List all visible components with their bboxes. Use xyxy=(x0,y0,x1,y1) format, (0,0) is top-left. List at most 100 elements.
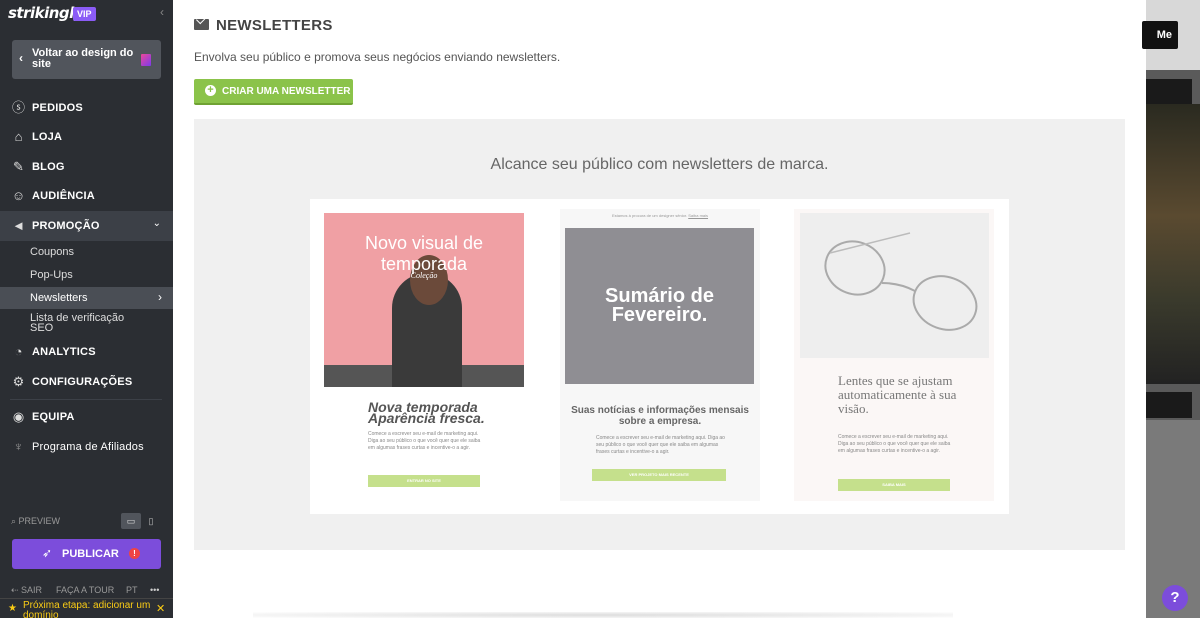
sub-coupons-label: Coupons xyxy=(30,246,75,258)
page-description: Envolva seu público e promova seus negóc… xyxy=(194,50,561,64)
template-card-season[interactable]: Novo visual de temporada Coleção Nova te… xyxy=(324,209,524,501)
card1-heading: Nova temporada Aparência fresca. xyxy=(368,399,485,426)
exit-link[interactable]: ⇠ SAIR xyxy=(11,585,42,596)
nav-affiliate[interactable]: ♆ Programa de Afiliados xyxy=(0,432,173,462)
close-icon[interactable]: ✕ xyxy=(156,602,165,615)
exit-label: SAIR xyxy=(21,585,43,595)
page-title: NEWSLETTERS xyxy=(216,17,333,34)
help-button[interactable]: ? xyxy=(1162,585,1188,611)
back-to-design-label: Voltar ao design do site xyxy=(32,47,134,70)
plus-circle-icon: + xyxy=(205,85,216,96)
card1-button: ENTRAR NO SITE xyxy=(368,475,480,487)
publish-button[interactable]: ➶ PUBLICAR ! xyxy=(12,539,161,569)
site-toolbar-1 xyxy=(1146,79,1192,104)
bottom-shadow xyxy=(253,612,953,618)
card3-button-label: SAIBA MAIS xyxy=(882,482,906,487)
envelope-icon xyxy=(194,19,209,30)
site-preview-background: Me ? xyxy=(1142,0,1200,618)
language-select[interactable]: PT xyxy=(126,585,138,595)
promo-heading: Alcance seu público com newsletters de m… xyxy=(490,156,829,173)
nav-blog[interactable]: ✎ BLOG xyxy=(0,152,173,182)
card2-image-title: Sumário de Fevereiro. xyxy=(605,285,714,326)
card3-heading: Lentes que se ajustam automaticamente à … xyxy=(838,373,957,416)
card2-button: VER PROJETO MAIS RECENTE xyxy=(592,469,726,481)
card2-top-text: Estamos à procura de um designer sênior. xyxy=(611,213,688,218)
trophy-icon: ♆ xyxy=(13,439,24,454)
chevron-left-icon: ‹ xyxy=(19,51,23,65)
create-newsletter-label: CRIAR UMA NEWSLETTER xyxy=(222,86,351,97)
preview-text: PREVIEW xyxy=(18,516,61,526)
desktop-preview-icon[interactable]: ▭ xyxy=(121,513,141,529)
back-to-design-button[interactable]: ‹ Voltar ao design do site xyxy=(12,40,161,79)
template-gallery: Novo visual de temporada Coleção Nova te… xyxy=(310,199,1009,514)
store-icon: ⌂ xyxy=(14,129,23,144)
sub-seo-checklist[interactable]: Lista de verificação SEO xyxy=(0,309,173,334)
nav-promotion-label: PROMOÇÃO xyxy=(32,220,100,232)
nav-orders[interactable]: ⓢ PEDIDOS xyxy=(0,93,173,123)
promo-panel: Alcance seu público com newsletters de m… xyxy=(194,119,1125,550)
nav-analytics[interactable]: ◔ ANALYTICS xyxy=(0,337,173,367)
team-icon: ◉ xyxy=(12,409,25,424)
sub-newsletters[interactable]: Newsletters › xyxy=(0,287,173,309)
main-panel: NEWSLETTERS Envolva seu público e promov… xyxy=(173,0,1146,618)
glasses-illustration xyxy=(824,232,978,331)
tour-link[interactable]: FAÇA A TOUR xyxy=(56,585,114,595)
nav-analytics-label: ANALYTICS xyxy=(32,346,96,358)
card2-button-label: VER PROJETO MAIS RECENTE xyxy=(629,472,689,477)
strikingly-logo[interactable]: strikingly xyxy=(8,4,84,22)
preview-label[interactable]: ⌕ PREVIEW xyxy=(11,516,60,527)
collapse-sidebar-icon[interactable]: ‹ xyxy=(160,5,164,19)
card3-body: Comece a escrever seu e-mail de marketin… xyxy=(838,434,951,454)
create-newsletter-button[interactable]: + CRIAR UMA NEWSLETTER xyxy=(194,79,353,105)
nav-store[interactable]: ⌂ LOJA xyxy=(0,122,173,152)
chevron-right-icon: › xyxy=(158,290,162,304)
nav-orders-label: PEDIDOS xyxy=(32,102,83,114)
card2-body: Comece a escrever seu e-mail de marketin… xyxy=(596,435,725,455)
card1-image-sub: Coleção xyxy=(410,271,438,280)
sub-newsletters-label: Newsletters xyxy=(30,292,88,304)
nav-store-label: LOJA xyxy=(32,131,63,143)
more-icon[interactable]: ••• xyxy=(150,585,159,595)
card1-body: Comece a escrever seu e-mail de marketin… xyxy=(368,431,481,451)
nav-settings-label: CONFIGURAÇÕES xyxy=(32,376,133,388)
nav-promotion[interactable]: ◄ PROMOÇÃO ⌄ xyxy=(0,211,173,241)
template-card-lenses[interactable]: Lentes que se ajustam automaticamente à … xyxy=(794,209,994,501)
rocket-icon: ➶ xyxy=(42,546,53,560)
feather-icon: ✎ xyxy=(13,159,24,174)
sub-popups-label: Pop-Ups xyxy=(30,269,73,281)
card2-heading: Suas notícias e informações mensais sobr… xyxy=(571,405,749,427)
next-step-banner[interactable]: ★ Próxima etapa: adicionar um domínio ✕ xyxy=(0,598,173,618)
site-contact-button[interactable]: Me xyxy=(1142,21,1178,49)
gear-icon: ⚙ xyxy=(12,374,25,389)
star-icon: ★ xyxy=(8,603,17,614)
sub-popups[interactable]: Pop-Ups xyxy=(0,264,173,286)
chevron-down-icon: ⌄ xyxy=(152,218,161,229)
nav-audience-label: AUDIÊNCIA xyxy=(32,190,95,202)
card3-button: SAIBA MAIS xyxy=(838,479,950,491)
divider xyxy=(10,399,162,400)
chart-icon: ◔ xyxy=(14,344,23,359)
vip-badge: VIP xyxy=(73,7,96,21)
card2-top-banner: Estamos à procura de um designer sênior.… xyxy=(560,209,760,222)
site-toolbar-2 xyxy=(1146,392,1192,418)
card1-button-label: ENTRAR NO SITE xyxy=(407,478,441,483)
warning-icon: ! xyxy=(129,548,140,559)
users-icon: ☺ xyxy=(11,188,26,203)
nav-audience[interactable]: ☺ AUDIÊNCIA xyxy=(0,181,173,211)
card1-image-title: Novo visual de temporada xyxy=(364,233,484,274)
dollar-circle-icon: ⓢ xyxy=(11,100,25,115)
nav-team-label: EQUIPA xyxy=(32,411,75,423)
template-card-summary[interactable]: Estamos à procura de um designer sênior.… xyxy=(560,209,760,501)
nav-blog-label: BLOG xyxy=(32,161,65,173)
glasses-photo xyxy=(800,213,989,358)
card2-top-link: Saiba mais xyxy=(688,213,709,218)
nav-affiliate-label: Programa de Afiliados xyxy=(32,441,144,453)
megaphone-icon: ◄ xyxy=(12,218,25,233)
mobile-preview-icon[interactable]: ▯ xyxy=(145,513,157,529)
site-photo xyxy=(1146,104,1200,384)
next-step-label: Próxima etapa: adicionar um domínio xyxy=(23,600,151,618)
nav-team[interactable]: ◉ EQUIPA xyxy=(0,402,173,432)
publish-label: PUBLICAR xyxy=(62,548,119,560)
nav-settings[interactable]: ⚙ CONFIGURAÇÕES xyxy=(0,367,173,397)
sub-coupons[interactable]: Coupons xyxy=(0,241,173,263)
